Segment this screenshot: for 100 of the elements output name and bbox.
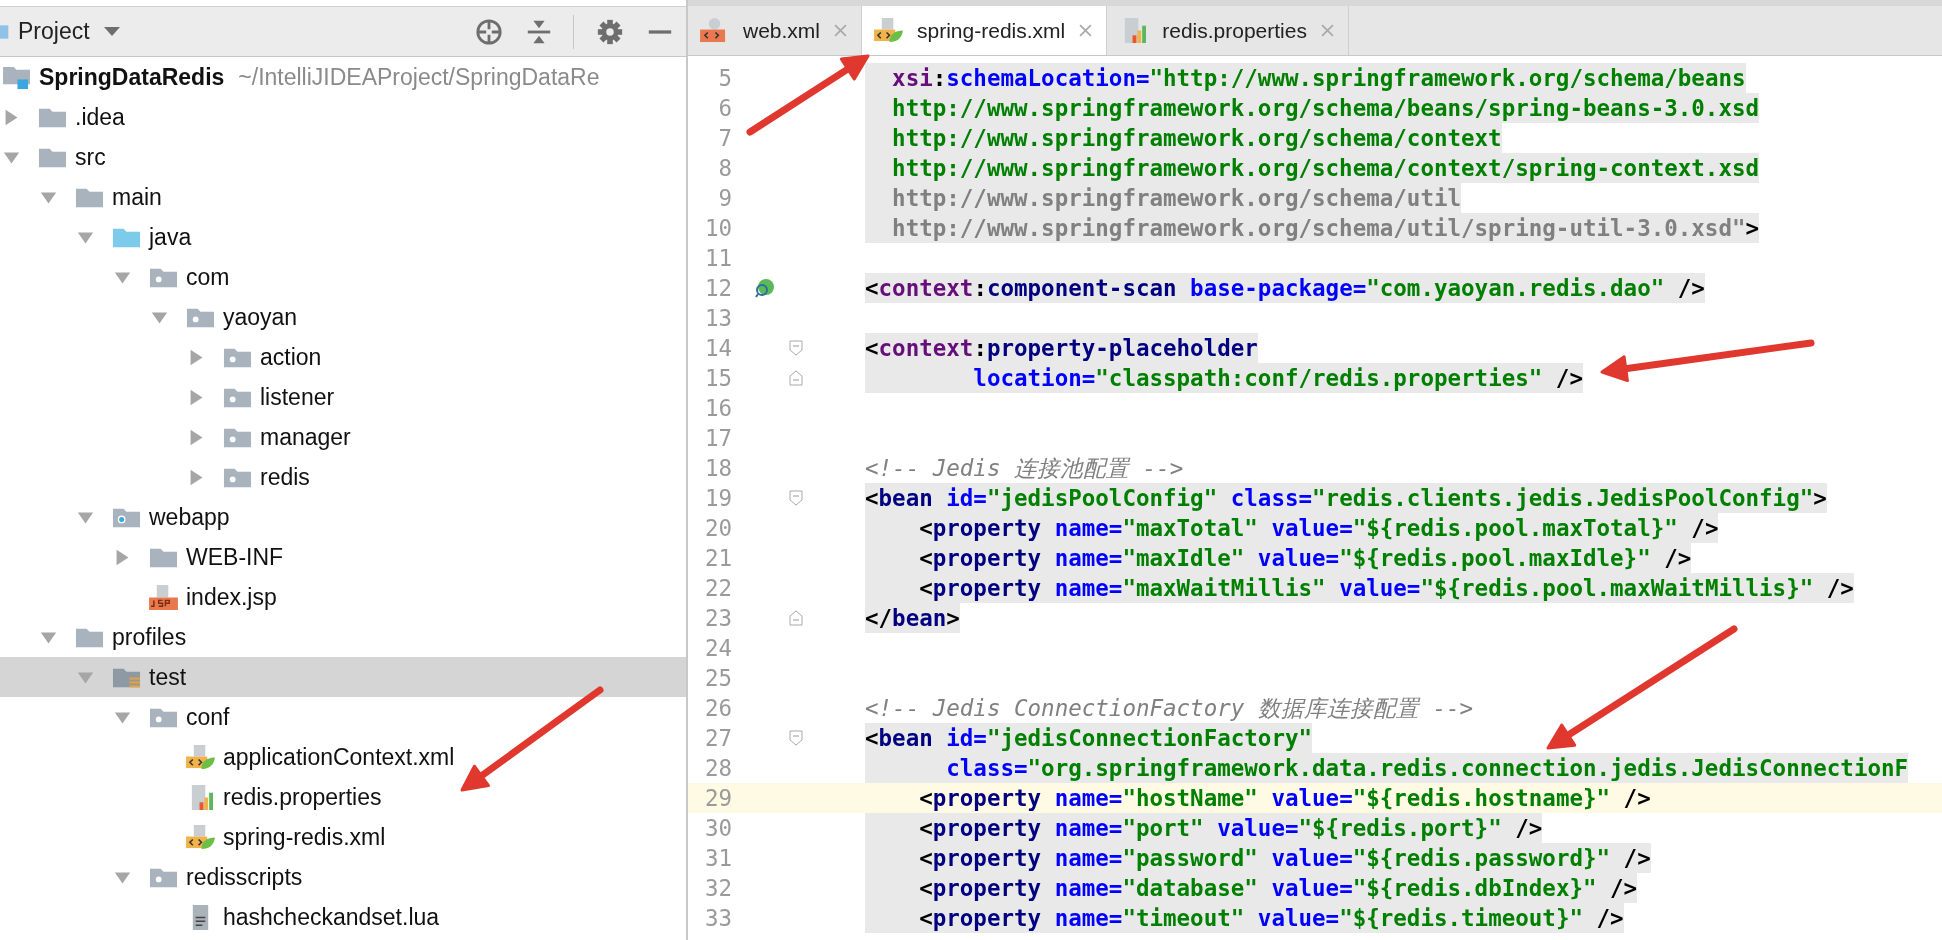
- tree-item-label: listener: [260, 383, 335, 411]
- tree-item-label: redis.properties: [223, 783, 382, 811]
- line-number: 5: [717, 65, 732, 91]
- line-number: 11: [703, 245, 732, 271]
- tree-row[interactable]: test: [0, 657, 686, 697]
- line-number: 23: [703, 605, 732, 631]
- tree-item-label: manager: [260, 423, 351, 451]
- fold-marker-icon[interactable]: [789, 730, 803, 746]
- line-number: 8: [717, 155, 732, 181]
- collapsed-arrow-icon[interactable]: [188, 348, 205, 366]
- close-icon[interactable]: [1320, 24, 1334, 37]
- tree-row[interactable]: index.jsp: [0, 577, 686, 617]
- jsp-file-icon: [149, 584, 178, 610]
- tree-row[interactable]: listener: [0, 377, 686, 417]
- tree-item-label: main: [112, 183, 162, 211]
- tree-row[interactable]: SpringDataRedis ~/IntelliJIDEAProject/SpringDataRe: [0, 57, 686, 97]
- collapsed-arrow-icon[interactable]: [3, 108, 20, 126]
- tree-row[interactable]: src: [0, 137, 686, 177]
- tree-row[interactable]: applicationContext.xml: [0, 737, 686, 777]
- close-icon[interactable]: [834, 24, 848, 37]
- line-number: 27: [703, 725, 732, 751]
- tree-row[interactable]: com: [0, 257, 686, 297]
- tree-row[interactable]: hashcheckandset.lua: [0, 897, 686, 937]
- fold-marker-icon[interactable]: [789, 610, 803, 626]
- editor-tab[interactable]: web.xml: [688, 6, 863, 55]
- line-number: 12: [703, 275, 732, 301]
- tree-item-label: index.jsp: [186, 583, 277, 611]
- line-number: 30: [703, 815, 732, 841]
- line-number: 22: [703, 575, 732, 601]
- tree-row[interactable]: spring-redis.xml: [0, 817, 686, 857]
- tree-row[interactable]: conf: [0, 697, 686, 737]
- code-line: <property name="hostName" value="${redis.hostname}" />: [918, 784, 1651, 813]
- line-number: 14: [703, 335, 732, 361]
- tree-item-label: redisscripts: [186, 863, 303, 891]
- editor-tab[interactable]: spring-redis.xml: [862, 6, 1108, 55]
- tree-item-label: java: [149, 223, 192, 251]
- caret-icon[interactable]: [103, 26, 120, 37]
- close-icon[interactable]: [1079, 24, 1093, 37]
- tree-item-label: test: [149, 663, 187, 691]
- tree-row[interactable]: action: [0, 337, 686, 377]
- tree-item-label: applicationContext.xml: [223, 743, 455, 771]
- tree-row[interactable]: webapp: [0, 497, 686, 537]
- tree-item-label: spring-redis.xml: [223, 823, 386, 851]
- crosshair-icon[interactable]: [475, 17, 503, 46]
- line-number: 6: [717, 95, 732, 121]
- module-icon: [2, 64, 31, 90]
- spring-xml-file-icon: [186, 744, 215, 770]
- line-number: 16: [703, 395, 732, 421]
- line-number: 24: [703, 635, 732, 661]
- spring-xml-file-icon: [874, 18, 904, 43]
- tree-item-label: hashcheckandset.lua: [223, 903, 440, 931]
- tree-item-label: redis: [260, 463, 310, 491]
- line-number: 25: [703, 665, 732, 691]
- code-line: <!-- Jedis ConnectionFactory 数据库连接配置 -->: [865, 694, 1474, 723]
- collapsed-arrow-icon[interactable]: [114, 548, 131, 566]
- line-number: 18: [703, 455, 732, 481]
- line-number: 13: [703, 305, 732, 331]
- fold-marker-icon[interactable]: [789, 340, 803, 356]
- bean-marker-icon[interactable]: [755, 278, 775, 298]
- spring-xml-file-icon: [186, 824, 215, 850]
- line-number: 10: [703, 215, 732, 241]
- editor-tab[interactable]: redis.properties: [1107, 6, 1349, 55]
- collapsed-arrow-icon[interactable]: [188, 428, 205, 446]
- settings-icon[interactable]: [596, 17, 624, 46]
- fold-marker-icon[interactable]: [789, 490, 803, 506]
- tree-item-label: profiles: [112, 623, 187, 651]
- tree-item-label: src: [75, 143, 106, 171]
- line-number: 26: [703, 695, 732, 721]
- line-number: 29: [703, 785, 732, 811]
- tree-row[interactable]: manager: [0, 417, 686, 457]
- line-number: 15: [703, 365, 732, 391]
- fold-marker-icon[interactable]: [789, 370, 803, 386]
- tree-row[interactable]: WEB-INF: [0, 537, 686, 577]
- line-number: 33: [703, 905, 732, 931]
- tree-row[interactable]: java: [0, 217, 686, 257]
- tree-row[interactable]: main: [0, 177, 686, 217]
- tree-row[interactable]: redis.properties: [0, 777, 686, 817]
- line-number: 19: [703, 485, 732, 511]
- tree-item-label: action: [260, 343, 322, 371]
- project-name: SpringDataRedis: [39, 63, 225, 91]
- tree-row[interactable]: yaoyan: [0, 297, 686, 337]
- tree-item-label: conf: [186, 703, 230, 731]
- collapsed-arrow-icon[interactable]: [188, 468, 205, 486]
- tree-row[interactable]: profiles: [0, 617, 686, 657]
- tree-item-label: yaoyan: [223, 303, 298, 331]
- panel-title[interactable]: Project: [18, 18, 90, 45]
- collapsed-arrow-icon[interactable]: [188, 388, 205, 406]
- line-number: 31: [703, 845, 732, 871]
- tree-item-label: .idea: [75, 103, 125, 131]
- tree-item-label: com: [186, 263, 230, 291]
- line-number: 32: [703, 875, 732, 901]
- line-number: 20: [703, 515, 732, 541]
- tree-item-label: WEB-INF: [186, 543, 284, 571]
- line-number: 21: [703, 545, 732, 571]
- line-number: 7: [717, 125, 732, 151]
- tree-row[interactable]: redisscripts: [0, 857, 686, 897]
- tree-row[interactable]: .idea: [0, 97, 686, 137]
- tree-row[interactable]: redis: [0, 457, 686, 497]
- line-number: 17: [703, 425, 732, 451]
- project-path: ~/IntelliJIDEAProject/SpringDataRe: [238, 63, 600, 91]
